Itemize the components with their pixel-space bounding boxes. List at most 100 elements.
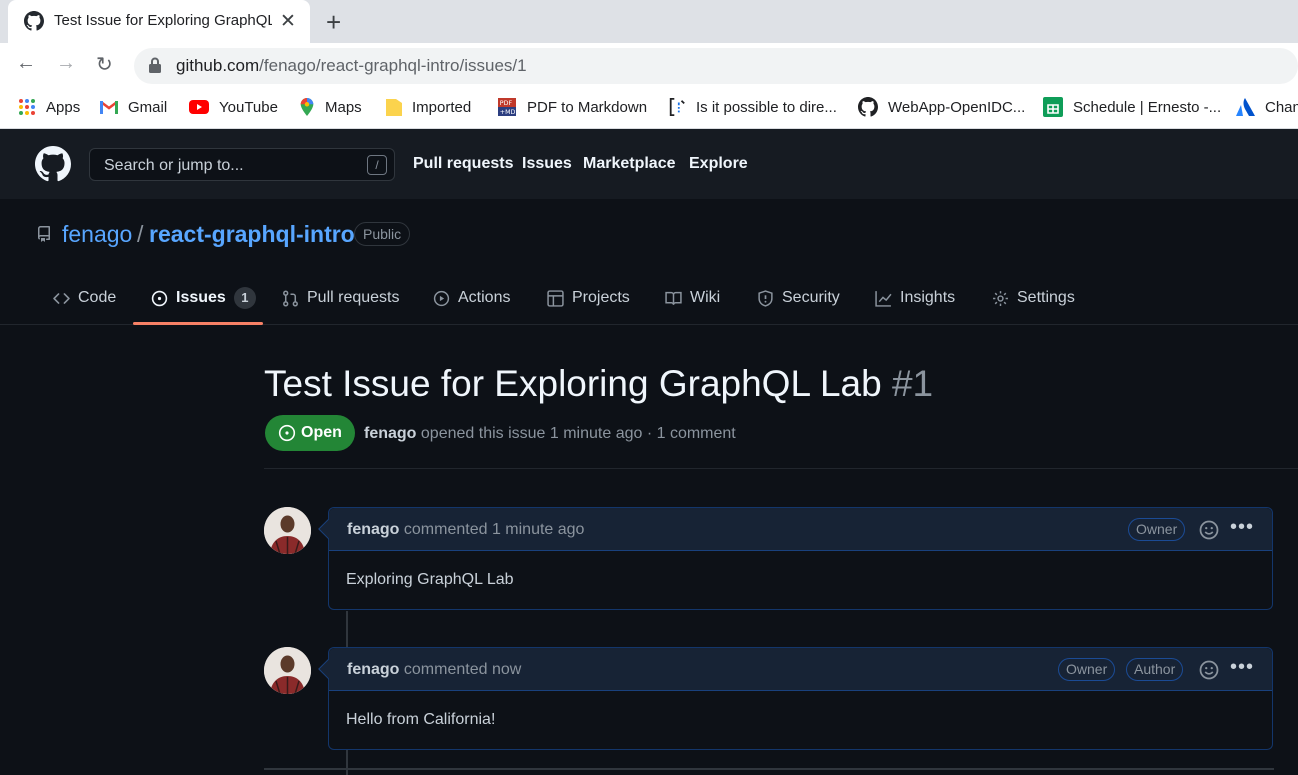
svg-text:+MD: +MD xyxy=(500,109,516,116)
comment-body: Exploring GraphQL Lab xyxy=(346,571,514,588)
new-tab-button[interactable]: + xyxy=(326,7,341,38)
tab-issues[interactable]: Issues 1 xyxy=(151,286,256,310)
owner-badge: Owner xyxy=(1128,518,1186,541)
issue-meta-text: opened this issue 1 minute ago · 1 comme… xyxy=(420,425,736,442)
bookmark-label: Gmail xyxy=(128,98,168,116)
maps-pin-icon xyxy=(300,98,314,116)
tab-label: Pull requests xyxy=(307,289,400,306)
git-pull-request-icon xyxy=(283,290,298,306)
header-nav-pull-requests[interactable]: Pull requests xyxy=(413,155,513,173)
youtube-icon xyxy=(189,100,209,114)
issue-opened-icon xyxy=(151,290,168,306)
issue-title-text: Test Issue for Exploring GraphQL Lab xyxy=(264,363,882,404)
comment-card: fenago commented now Owner Author ••• He… xyxy=(318,647,1273,750)
tab-label: Actions xyxy=(458,289,511,306)
avatar[interactable] xyxy=(264,507,311,554)
issue-number: #1 xyxy=(891,363,934,404)
tab-label: Insights xyxy=(900,289,956,306)
code-icon xyxy=(53,292,70,304)
issues-count-badge: 1 xyxy=(233,287,256,309)
issue-state-badge: Open xyxy=(265,415,355,451)
tab-security[interactable]: Security xyxy=(757,286,840,310)
comment-action[interactable]: commented now xyxy=(404,661,521,678)
tab-wiki[interactable]: Wiki xyxy=(665,286,720,310)
search-input[interactable]: Search or jump to... / xyxy=(89,148,395,181)
bookmark-label: Schedule | Ernesto -... xyxy=(1073,98,1222,116)
active-tab-underline xyxy=(133,322,263,325)
bookmark-label: YouTube xyxy=(219,98,278,116)
header-nav-marketplace[interactable]: Marketplace xyxy=(583,155,676,173)
comment-author-line: fenago commented now xyxy=(347,661,521,679)
more-options-icon[interactable]: ••• xyxy=(1230,516,1254,539)
tab-insights[interactable]: Insights xyxy=(875,286,955,310)
header-nav-explore[interactable]: Explore xyxy=(689,155,748,173)
comment-action[interactable]: commented 1 minute ago xyxy=(404,521,585,538)
github-icon xyxy=(858,97,878,117)
bookmark-gmail[interactable]: Gmail xyxy=(100,96,167,118)
tab-pull-requests[interactable]: Pull requests xyxy=(282,286,400,310)
bookmark-webapp[interactable]: WebApp-OpenIDC... xyxy=(858,96,1025,118)
url-host: github.com xyxy=(176,56,260,75)
bookmark-label: PDF to Markdown xyxy=(527,98,648,116)
bookmark-label: Imported xyxy=(412,98,472,116)
tab-label: Projects xyxy=(572,289,630,306)
play-icon xyxy=(433,290,450,306)
avatar-image xyxy=(264,507,311,554)
issue-state-label: Open xyxy=(301,424,342,441)
tab-code[interactable]: Code xyxy=(53,286,116,310)
search-shortcut-key: / xyxy=(367,155,387,175)
reload-button[interactable]: ↻ xyxy=(96,52,113,77)
bookmark-maps[interactable]: Maps xyxy=(299,96,362,118)
tab-settings[interactable]: Settings xyxy=(992,286,1075,310)
sheets-icon xyxy=(1043,97,1063,117)
bookmark-label: Chan xyxy=(1265,98,1298,116)
comment-author-link[interactable]: fenago xyxy=(347,661,399,678)
tab-label: Code xyxy=(78,289,117,306)
tab-actions[interactable]: Actions xyxy=(433,286,510,310)
svg-text:PDF: PDF xyxy=(500,100,513,107)
avatar[interactable] xyxy=(264,647,311,694)
book-icon xyxy=(665,291,682,305)
bookmark-chan[interactable]: Chan xyxy=(1235,96,1298,118)
repo-owner-link[interactable]: fenago xyxy=(62,221,132,248)
forward-button[interactable]: → xyxy=(56,52,76,75)
more-options-icon[interactable]: ••• xyxy=(1230,656,1254,679)
bookmark-is-it-possible[interactable]: Is it possible to dire... xyxy=(668,96,837,118)
folder-icon xyxy=(386,99,402,116)
close-tab-icon[interactable]: ✕ xyxy=(280,10,296,33)
atlassian-icon xyxy=(1236,98,1255,116)
browser-tab[interactable]: Test Issue for Exploring GraphQL ✕ xyxy=(8,0,310,43)
table-icon xyxy=(547,289,564,307)
comment-header: fenago commented now Owner Author ••• xyxy=(329,648,1272,691)
repo-icon xyxy=(37,226,50,242)
url-text[interactable]: github.com/fenago/react-graphql-intro/is… xyxy=(176,56,527,76)
smiley-icon[interactable] xyxy=(1199,660,1219,680)
bookmark-label: Maps xyxy=(325,98,362,116)
repo-name-link[interactable]: react-graphql-intro xyxy=(149,221,355,248)
comment-body: Hello from California! xyxy=(346,711,496,728)
bookmark-pdf-md[interactable]: PDF +MD PDF to Markdown xyxy=(497,96,647,118)
bookmark-imported[interactable]: Imported xyxy=(386,96,471,118)
bookmark-label: Is it possible to dire... xyxy=(696,98,837,116)
graph-icon xyxy=(875,290,892,307)
tab-projects[interactable]: Projects xyxy=(547,286,630,310)
comment-author-link[interactable]: fenago xyxy=(347,521,399,538)
bookmark-label: WebApp-OpenIDC... xyxy=(888,98,1026,116)
tab-label: Security xyxy=(782,289,840,306)
github-favicon-icon xyxy=(24,11,44,31)
bookmark-youtube[interactable]: YouTube xyxy=(189,96,278,118)
header-nav-issues[interactable]: Issues xyxy=(522,155,572,173)
github-logo-icon[interactable] xyxy=(35,146,71,182)
comment-header: fenago commented 1 minute ago Owner ••• xyxy=(329,508,1272,551)
bracket-icon xyxy=(669,98,685,116)
pdf-md-icon: PDF +MD xyxy=(498,98,516,116)
browser-tab-title: Test Issue for Exploring GraphQL xyxy=(54,12,272,29)
bookmark-apps[interactable]: Apps xyxy=(18,96,80,118)
tab-label: Issues xyxy=(176,289,226,306)
bookmark-schedule[interactable]: Schedule | Ernesto -... xyxy=(1043,96,1221,118)
back-button[interactable]: ← xyxy=(16,52,36,75)
issue-author-link[interactable]: fenago xyxy=(364,425,416,442)
smiley-icon[interactable] xyxy=(1199,520,1219,540)
repo-path-separator: / xyxy=(137,221,144,247)
search-placeholder: Search or jump to... xyxy=(104,157,244,174)
